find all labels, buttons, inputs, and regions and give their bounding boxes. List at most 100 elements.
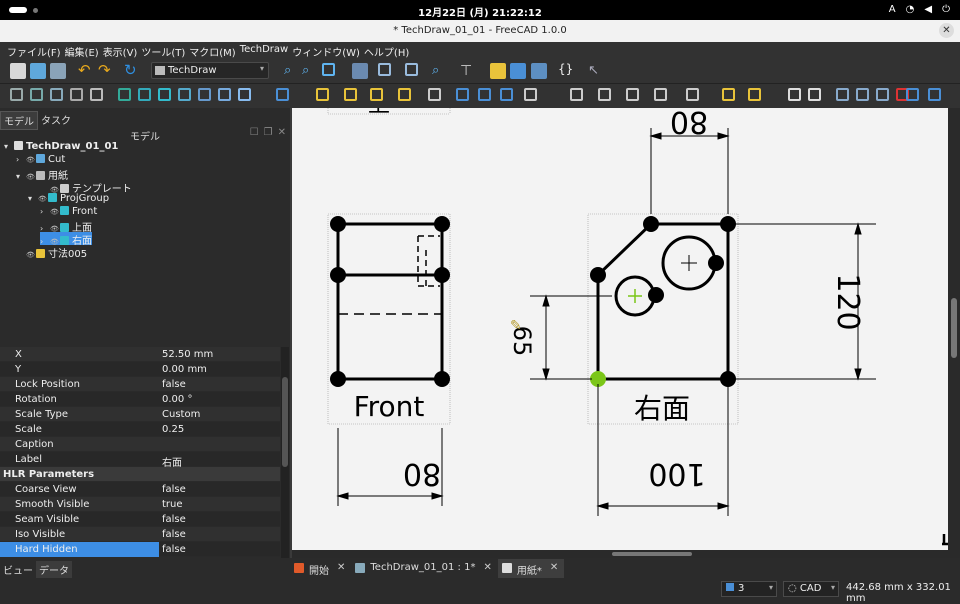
text-icon[interactable] bbox=[906, 88, 919, 101]
insert-template-icon[interactable] bbox=[30, 88, 43, 101]
menu-item[interactable]: ウィンドウ(W) bbox=[291, 42, 363, 59]
visibility-eye-icon[interactable]: 👁 bbox=[26, 156, 36, 164]
menu-item[interactable]: 表示(V) bbox=[102, 42, 141, 59]
export-svg-icon[interactable] bbox=[788, 88, 801, 101]
radius-dim-icon[interactable] bbox=[344, 88, 357, 101]
tree-item[interactable]: › 👁 Cut bbox=[16, 154, 65, 167]
horizontal-dim-icon[interactable] bbox=[478, 88, 491, 101]
tools-icon[interactable] bbox=[654, 88, 667, 101]
property-value[interactable]: Custom bbox=[162, 409, 200, 420]
tree-item[interactable]: 👁 テンプレート bbox=[40, 180, 132, 195]
tree-item[interactable]: ▾ TechDraw_01_01 bbox=[4, 141, 118, 154]
property-row[interactable]: Rotation 0.00 ° bbox=[0, 392, 280, 407]
tree-item[interactable]: › 👁 右面 bbox=[40, 232, 92, 247]
redo-icon[interactable]: ↷ bbox=[98, 63, 114, 79]
tab-data[interactable]: データ bbox=[36, 561, 72, 578]
menu-item[interactable]: ファイル(F) bbox=[6, 42, 64, 59]
wifi-icon[interactable]: ◔ bbox=[906, 4, 915, 15]
expand-right-icon[interactable]: › bbox=[40, 207, 50, 216]
property-group-header[interactable]: HLR Parameters bbox=[0, 467, 280, 482]
property-value[interactable]: true bbox=[162, 499, 183, 510]
system-tray[interactable]: A ◔ ◀ ⏻ bbox=[889, 4, 950, 15]
expand-down-icon[interactable]: ▾ bbox=[16, 172, 26, 181]
property-row[interactable]: Iso Visible false bbox=[0, 527, 280, 542]
close-tab-icon[interactable]: ✕ bbox=[337, 562, 345, 573]
weld-icon[interactable] bbox=[686, 88, 699, 101]
panel-float-icon[interactable]: ☐ bbox=[250, 127, 259, 138]
move-icon[interactable] bbox=[876, 88, 889, 101]
zoom-selection-icon[interactable]: ⌕ bbox=[302, 63, 318, 79]
system-clock[interactable]: 12月22日 (月) 21:22:12 bbox=[0, 4, 960, 19]
property-value[interactable]: 52.50 mm bbox=[162, 349, 213, 360]
property-row[interactable]: Y 0.00 mm bbox=[0, 362, 280, 377]
property-row[interactable]: Caption bbox=[0, 437, 280, 452]
leader-icon[interactable] bbox=[456, 88, 469, 101]
expand-right-icon[interactable]: › bbox=[16, 155, 26, 164]
tree-item[interactable]: 👁 寸法005 bbox=[16, 245, 87, 260]
techdraw-page[interactable]: 上 Front 80 bbox=[292, 108, 948, 550]
clip-group-icon[interactable] bbox=[198, 88, 211, 101]
zoom-icon[interactable]: ⌕ bbox=[432, 63, 448, 79]
menu-item[interactable]: TechDraw bbox=[239, 42, 292, 58]
tab-view[interactable]: ビュー bbox=[0, 561, 36, 578]
angle-dim-icon[interactable] bbox=[398, 88, 411, 101]
property-value[interactable]: false bbox=[162, 544, 186, 555]
property-value[interactable]: 0.25 bbox=[162, 424, 184, 435]
view-isometric-icon[interactable] bbox=[322, 63, 335, 76]
workbench-selector[interactable]: TechDraw ▾ bbox=[151, 62, 269, 79]
new-document-icon[interactable] bbox=[10, 63, 26, 79]
close-tab-icon[interactable]: ✕ bbox=[483, 562, 491, 573]
view-std-icon[interactable] bbox=[378, 63, 391, 76]
view-box-icon[interactable] bbox=[352, 63, 368, 79]
property-row[interactable]: Label 右面 bbox=[0, 452, 280, 469]
document-tab[interactable]: 開始 ✕ bbox=[290, 559, 351, 578]
menu-item[interactable]: マクロ(M) bbox=[188, 42, 238, 59]
tree-item[interactable]: › 👁 Front bbox=[40, 206, 97, 219]
hatch-icon[interactable] bbox=[626, 88, 639, 101]
panel-restore-icon[interactable]: ❐ bbox=[264, 127, 273, 138]
visibility-eye-icon[interactable]: 👁 bbox=[26, 251, 36, 259]
visibility-eye-icon[interactable]: 👁 bbox=[38, 195, 48, 203]
menu-item[interactable]: 編集(E) bbox=[64, 42, 102, 59]
document-tab[interactable]: 用紙* ✕ bbox=[497, 559, 565, 578]
undo-icon[interactable]: ↶ bbox=[78, 63, 94, 79]
vertical-dim-icon[interactable] bbox=[500, 88, 513, 101]
property-value[interactable]: 0.00 ° bbox=[162, 394, 192, 405]
canvas-vscroll-thumb[interactable] bbox=[951, 298, 957, 358]
property-row[interactable]: Hard Hidden false bbox=[0, 542, 280, 557]
section-view-icon[interactable] bbox=[158, 88, 171, 101]
link-icon[interactable] bbox=[531, 63, 547, 79]
draw-style-icon[interactable] bbox=[405, 63, 418, 76]
visibility-eye-icon[interactable]: 👁 bbox=[50, 208, 60, 216]
export-dxf-icon[interactable] bbox=[808, 88, 821, 101]
print-icon[interactable] bbox=[70, 88, 83, 101]
detail-view-icon[interactable] bbox=[178, 88, 191, 101]
part-icon[interactable] bbox=[490, 63, 506, 79]
length-dim-icon[interactable] bbox=[316, 88, 329, 101]
property-value[interactable]: false bbox=[162, 514, 186, 525]
symbol-icon[interactable] bbox=[218, 88, 231, 101]
input-method-indicator[interactable]: A bbox=[889, 4, 896, 15]
property-row[interactable]: X 52.50 mm bbox=[0, 347, 280, 362]
balloon-icon[interactable] bbox=[428, 88, 441, 101]
geom-hatch-icon[interactable] bbox=[722, 88, 735, 101]
property-value[interactable]: false bbox=[162, 529, 186, 540]
property-scrollbar[interactable] bbox=[281, 347, 289, 558]
property-row[interactable]: Seam Visible false bbox=[0, 512, 280, 527]
save-document-icon[interactable] bbox=[50, 63, 66, 79]
volume-icon[interactable]: ◀ bbox=[924, 4, 932, 15]
property-row[interactable]: Scale Type Custom bbox=[0, 407, 280, 422]
property-row[interactable]: Coarse View false bbox=[0, 482, 280, 497]
canvas-hscroll-thumb[interactable] bbox=[612, 552, 692, 556]
document-tab[interactable]: TechDraw_01_01 : 1* ✕ bbox=[351, 559, 497, 578]
insert-page-icon[interactable] bbox=[10, 88, 23, 101]
panel-close-icon[interactable]: ✕ bbox=[278, 127, 286, 138]
whats-this-icon[interactable]: ↖ bbox=[588, 63, 604, 79]
zoom-fit-icon[interactable]: ⌕ bbox=[284, 63, 300, 79]
annotation-icon[interactable] bbox=[748, 88, 761, 101]
line-icon[interactable] bbox=[928, 88, 941, 101]
stack2-icon[interactable] bbox=[856, 88, 869, 101]
property-value[interactable]: 0.00 mm bbox=[162, 364, 207, 375]
property-value[interactable]: false bbox=[162, 379, 186, 390]
page-selector[interactable]: 3 ▾ bbox=[721, 581, 777, 597]
